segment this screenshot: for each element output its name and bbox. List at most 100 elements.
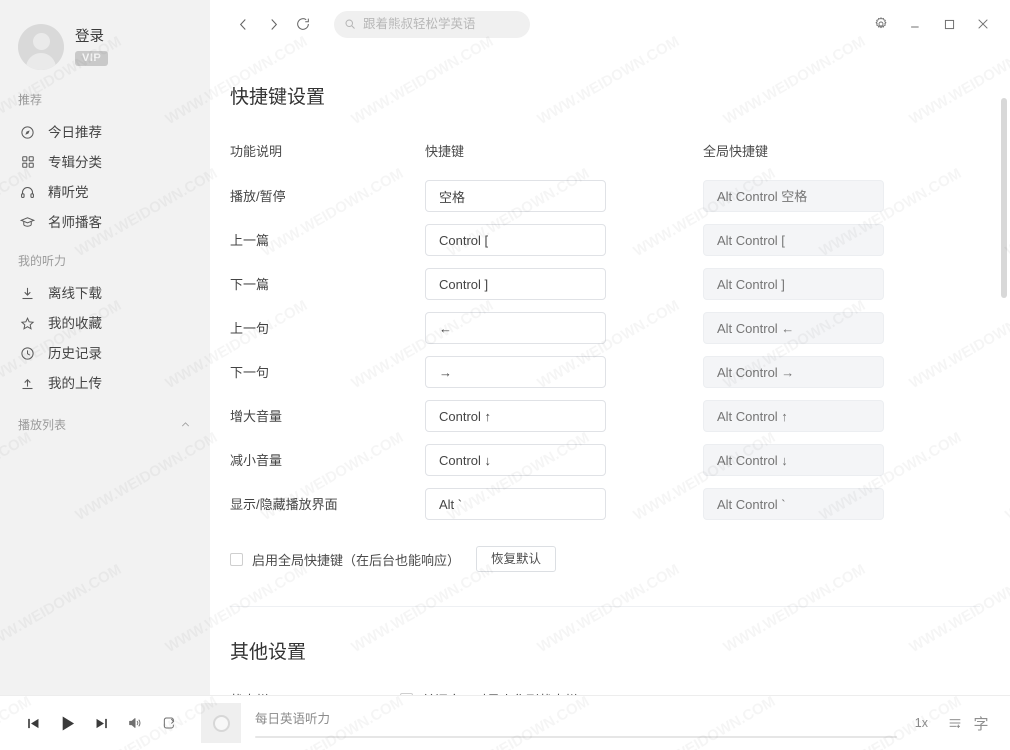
shortcut-input[interactable]	[425, 444, 606, 476]
global-shortcut-input[interactable]	[703, 444, 884, 476]
headphones-icon	[19, 184, 36, 201]
row-label: 播放/暂停	[230, 188, 286, 204]
enable-global-shortcut-label: 启用全局快捷键（在后台也能响应）	[252, 552, 461, 568]
global-shortcut-input[interactable]	[703, 180, 884, 212]
app-window: 登录 VIP 推荐 今日推荐 专辑分类 精听党 名师播客 我的听力 离线下载 我…	[0, 0, 1010, 750]
shortcut-input[interactable]	[425, 400, 606, 432]
sidebar-item-intensive-listening[interactable]: 精听党	[0, 177, 210, 207]
global-shortcut-option-row: 启用全局快捷键（在后台也能响应） 恢复默认	[220, 546, 1010, 572]
shortcut-input[interactable]	[425, 312, 606, 344]
player-right-controls: 1x 字	[915, 710, 1010, 736]
vip-badge[interactable]: VIP	[75, 51, 109, 66]
playback-controls	[0, 706, 186, 740]
nav-group-title-recommend: 推荐	[18, 93, 43, 107]
minimize-icon[interactable]	[898, 7, 932, 41]
main-panel: 快捷键设置 功能说明 快捷键 全局快捷键 播放/暂停	[210, 0, 1010, 695]
shortcuts-section: 快捷键设置 功能说明 快捷键 全局快捷键 播放/暂停 空格 Alt Contro…	[220, 82, 1010, 572]
previous-track-icon[interactable]	[16, 706, 50, 740]
play-icon[interactable]	[50, 706, 84, 740]
global-shortcut-input[interactable]	[703, 224, 884, 256]
chevron-up-icon[interactable]	[179, 418, 192, 431]
column-header-global: 全局快捷键	[703, 144, 769, 159]
playlist-section-header[interactable]: 播放列表	[0, 414, 210, 434]
back-arrow-icon[interactable]	[228, 9, 258, 39]
other-settings-title: 其他设置	[230, 642, 307, 663]
player-bar: 每日英语听力 1x 字	[0, 695, 1010, 750]
sidebar-item-today-recommend[interactable]: 今日推荐	[0, 117, 210, 147]
upload-icon	[19, 375, 36, 392]
album-art-placeholder[interactable]	[201, 703, 241, 743]
playlist-label: 播放列表	[18, 417, 67, 432]
global-shortcut-input[interactable]	[703, 268, 884, 300]
shortcuts-table-header: 功能说明 快捷键 全局快捷键	[230, 141, 1010, 160]
shortcut-input[interactable]	[425, 224, 606, 256]
gear-icon[interactable]	[864, 7, 898, 41]
sidebar-item-offline-download[interactable]: 离线下载	[0, 278, 210, 308]
sidebar-item-label: 离线下载	[48, 285, 102, 301]
sidebar-item-my-favorites[interactable]: 我的收藏	[0, 308, 210, 338]
settings-content: 快捷键设置 功能说明 快捷键 全局快捷键 播放/暂停 空格 Alt Contro…	[210, 48, 1010, 695]
main-body: 登录 VIP 推荐 今日推荐 专辑分类 精听党 名师播客 我的听力 离线下载 我…	[0, 0, 1010, 695]
close-icon[interactable]	[966, 7, 1000, 41]
download-icon	[19, 285, 36, 302]
search-icon	[344, 18, 356, 30]
sidebar-item-my-uploads[interactable]: 我的上传	[0, 368, 210, 398]
shortcut-input[interactable]	[425, 268, 606, 300]
table-row: 上一句	[230, 306, 1010, 350]
next-track-icon[interactable]	[84, 706, 118, 740]
track-area: 每日英语听力	[241, 708, 915, 738]
global-shortcut-input[interactable]	[703, 312, 884, 344]
graduation-cap-icon	[19, 214, 36, 231]
row-label: 显示/隐藏播放界面	[230, 496, 338, 512]
global-shortcut-input[interactable]	[703, 356, 884, 388]
avatar-shoulders	[26, 53, 56, 70]
sidebar-item-teacher-podcast[interactable]: 名师播客	[0, 207, 210, 237]
shortcut-input[interactable]	[425, 180, 606, 212]
sidebar-item-history[interactable]: 历史记录	[0, 338, 210, 368]
reset-default-button[interactable]: 恢复默认	[476, 546, 557, 572]
enable-global-shortcut-checkbox[interactable]	[230, 552, 243, 566]
playback-speed[interactable]: 1x	[915, 716, 928, 730]
sidebar-item-label: 今日推荐	[48, 124, 102, 140]
progress-bar[interactable]	[255, 736, 897, 738]
maximize-icon[interactable]	[932, 7, 966, 41]
search-box[interactable]	[334, 10, 530, 38]
grid-icon	[19, 154, 36, 171]
other-settings-section: 其他设置 状态栏 关闭窗口时最小化到状态栏	[220, 637, 1010, 695]
table-row: 显示/隐藏播放界面	[230, 482, 1010, 526]
window-controls	[864, 0, 1010, 48]
global-shortcut-input[interactable]	[703, 488, 884, 520]
column-header-shortcut: 快捷键	[425, 144, 465, 159]
sidebar-item-label: 历史记录	[48, 345, 102, 361]
compass-icon	[19, 124, 36, 141]
column-header-function: 功能说明	[230, 144, 283, 159]
forward-arrow-icon[interactable]	[258, 9, 288, 39]
playlist-add-icon[interactable]	[942, 710, 968, 736]
user-profile-block[interactable]: 登录 VIP	[0, 0, 210, 76]
row-label: 下一句	[230, 364, 270, 380]
row-label: 增大音量	[230, 408, 283, 424]
clock-icon	[19, 345, 36, 362]
table-row: 下一篇	[230, 262, 1010, 306]
row-label: 减小音量	[230, 452, 283, 468]
row-label: 下一篇	[230, 276, 270, 292]
subtitle-label: 字	[973, 715, 989, 733]
vertical-scrollbar[interactable]	[1001, 98, 1007, 298]
volume-icon[interactable]	[118, 706, 152, 740]
shortcut-input[interactable]	[425, 356, 606, 388]
avatar[interactable]	[18, 24, 64, 70]
table-row: 增大音量	[230, 394, 1010, 438]
shortcut-input[interactable]	[425, 488, 606, 520]
top-bar	[210, 0, 1010, 48]
table-row: 减小音量	[230, 438, 1010, 482]
login-link[interactable]: 登录	[75, 28, 108, 46]
subtitle-toggle[interactable]: 字	[968, 710, 994, 736]
search-input[interactable]	[363, 10, 523, 38]
table-row: 上一篇	[230, 218, 1010, 262]
global-shortcut-input[interactable]	[703, 400, 884, 432]
repeat-icon[interactable]	[152, 706, 186, 740]
disc-shape	[212, 714, 230, 732]
avatar-head	[32, 33, 50, 50]
sidebar-item-album-category[interactable]: 专辑分类	[0, 147, 210, 177]
refresh-icon[interactable]	[288, 9, 318, 39]
